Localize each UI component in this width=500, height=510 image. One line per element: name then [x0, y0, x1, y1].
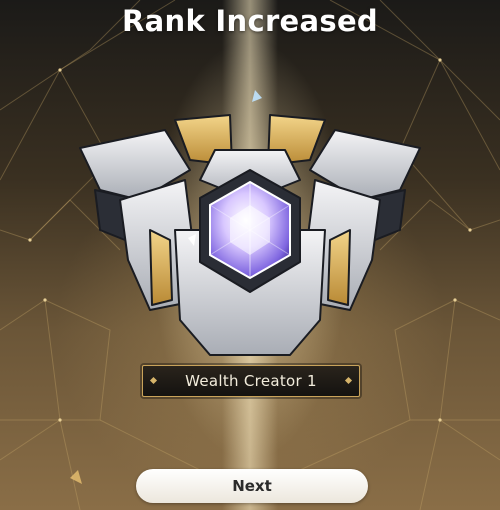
- rank-name-plate: Wealth Creator 1: [142, 365, 360, 397]
- plate-ornament-left: [149, 376, 158, 385]
- rank-name: Wealth Creator 1: [185, 372, 317, 390]
- plate-ornament-right: [344, 376, 353, 385]
- next-button[interactable]: Next: [136, 469, 368, 503]
- rank-emblem-icon: [79, 90, 421, 356]
